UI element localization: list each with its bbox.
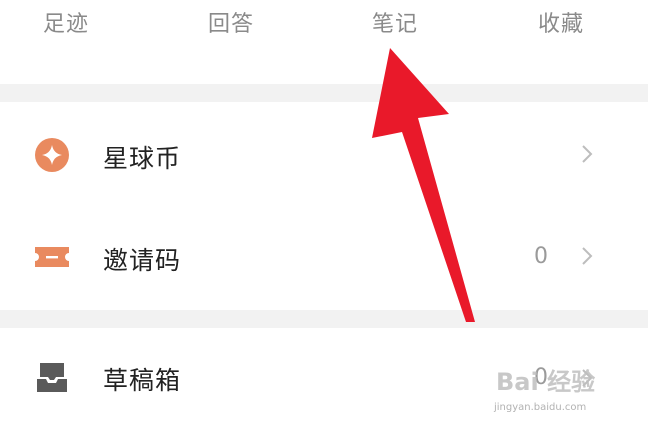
ticket-icon [35,247,69,267]
chevron-right-icon [582,247,593,265]
drafts-tray-icon [37,363,67,392]
tab-favorites[interactable]: 收藏 [538,6,584,38]
menu-item-invite-code[interactable]: 邀请码 0 [0,206,648,308]
menu-item-star-coin[interactable]: 星球币 [0,104,648,206]
chevron-right-icon [582,369,593,387]
tab-answers[interactable]: 回答 [208,6,254,38]
menu-item-label: 星球币 [103,144,182,173]
star-coin-icon [35,138,69,172]
tab-notes[interactable]: 笔记 [372,6,418,38]
drafts-count: 0 [534,365,548,390]
tab-footprints[interactable]: 足迹 [43,6,89,38]
menu-item-label: 邀请码 [103,246,182,275]
menu-item-drafts[interactable]: 草稿箱 0 [0,328,648,434]
chevron-right-icon [582,145,593,163]
profile-tabs: 足迹 回答 笔记 收藏 [0,0,648,84]
section-divider [0,310,648,328]
section-divider [0,84,648,102]
invite-code-count: 0 [534,244,548,269]
menu-item-label: 草稿箱 [103,366,182,395]
